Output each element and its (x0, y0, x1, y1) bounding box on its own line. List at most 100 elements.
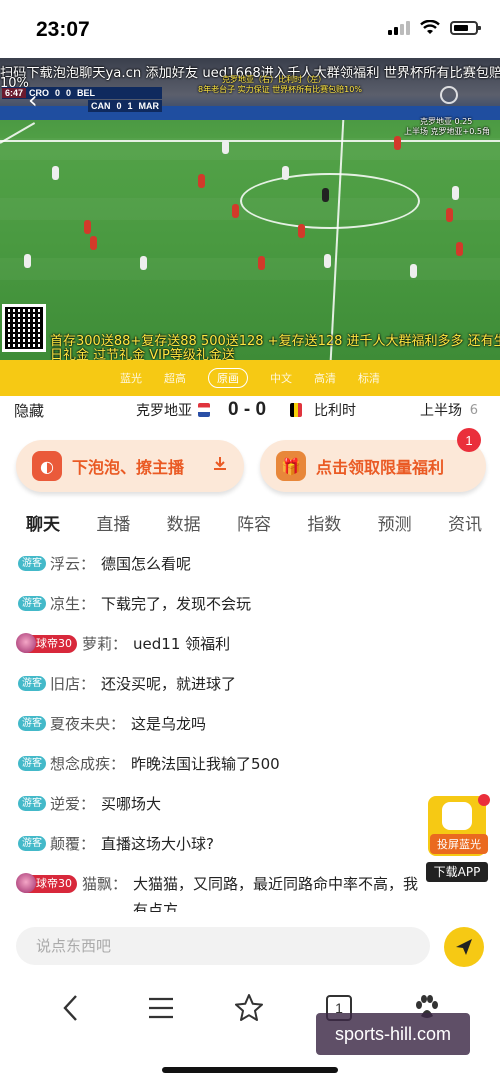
chat-colon: ： (80, 595, 96, 613)
chat-message: 游客 夏夜未央： 这是乌龙吗 (18, 711, 480, 737)
watermark: sports-hill.com (316, 1013, 470, 1055)
tab-lineup[interactable]: 阵容 (237, 510, 271, 544)
vip-badge: 球帝30 (16, 873, 77, 893)
tab-chat[interactable]: 聊天 (26, 510, 60, 544)
claim-benefits-label: 点击领取限量福利 (316, 458, 445, 477)
download-icon (214, 457, 226, 470)
chat-username[interactable]: 旧店 (50, 671, 80, 697)
vip-badge: 球帝30 (16, 633, 77, 653)
video-player[interactable]: 扫码下载泡泡聊天ya.cn 添加好友 ued1668进入千人大群领福利 世界杯所… (0, 58, 500, 360)
quality-option[interactable]: 超高 (164, 370, 186, 386)
quality-option[interactable]: 蓝光 (120, 370, 142, 386)
scoreboard-away-score: 0 (66, 88, 72, 98)
guest-badge: 游客 (18, 836, 46, 851)
chat-text: ued11 领福利 (133, 635, 231, 653)
wifi-icon (420, 20, 440, 34)
chat-message: 游客 逆爱： 买哪场大 (18, 791, 480, 817)
tab-prediction[interactable]: 预测 (378, 510, 412, 544)
chat-colon: ： (110, 715, 126, 733)
scoreboard-other-away: MAR (138, 101, 160, 111)
download-app-button[interactable]: ◐ 下泡泡、撩主播 (16, 440, 244, 492)
tab-news[interactable]: 资讯 (448, 510, 482, 544)
chat-username[interactable]: 凉生 (50, 591, 80, 617)
player (446, 208, 453, 222)
chat-message: 游客 旧店： 还没买呢，就进球了 (18, 671, 480, 697)
away-team: 比利时 (314, 403, 356, 419)
chat-username[interactable]: 萝莉 (82, 631, 112, 657)
player (90, 236, 97, 250)
chat-input[interactable] (16, 927, 430, 965)
video-back-button[interactable]: ‹ (28, 86, 38, 114)
tab-data[interactable]: 数据 (167, 510, 201, 544)
signal-icon (388, 20, 410, 35)
download-app-float-label[interactable]: 下载APP (426, 862, 488, 882)
guest-badge: 游客 (18, 796, 46, 811)
back-button[interactable] (56, 993, 86, 1023)
scoreboard-main: 6:47 CRO 0 0 BEL (2, 87, 163, 99)
chat-list[interactable]: 游客 浮云： 德国怎么看呢 游客 凉生： 下载完了，发现不会玩 球帝30 萝莉：… (0, 547, 500, 912)
status-bar: 23:07 (0, 0, 500, 58)
quality-option-active[interactable]: 原画 (208, 368, 248, 388)
status-icons (388, 20, 481, 35)
scoreboard-other: CAN 0 1 MAR (88, 100, 163, 112)
scoreboard-other-home: CAN (91, 101, 111, 111)
chat-colon: ： (80, 675, 96, 693)
notification-badge: 1 (457, 428, 481, 452)
belgium-flag-icon (290, 403, 302, 417)
player (222, 140, 229, 154)
tab-bar: 聊天 直播 数据 阵容 指数 预测 资讯 (0, 510, 500, 544)
player (410, 264, 417, 278)
chat-text: 大猫猫，又同路，最近同路命中率不高，我有点方 (133, 875, 419, 912)
chat-username[interactable]: 颠覆 (50, 831, 80, 857)
chat-message: 游客 想念成疾： 昨晚法国让我输了500 (18, 751, 480, 777)
guest-badge: 游客 (18, 676, 46, 691)
chat-text: 昨晚法国让我输了500 (131, 755, 280, 773)
status-time: 23:07 (36, 18, 90, 41)
chat-username[interactable]: 浮云 (50, 551, 80, 577)
quality-option[interactable]: 中文 (270, 370, 292, 386)
chat-colon: ： (110, 755, 126, 773)
tv-scoreboard: 6:47 CRO 0 0 BEL CAN 0 1 MAR (2, 87, 163, 112)
guest-badge: 游客 (18, 756, 46, 771)
quality-option[interactable]: 高清 (314, 370, 336, 386)
chat-text: 德国怎么看呢 (101, 555, 192, 573)
quality-selector: 蓝光 超高 原画 中文 高清 标清 (0, 360, 500, 396)
close-icon[interactable] (478, 794, 490, 806)
cast-app-float[interactable]: 投屏蓝光 下载APP (426, 794, 490, 884)
match-score: 0 - 0 (228, 399, 267, 420)
video-fullscreen-icon[interactable] (440, 86, 458, 104)
overlay-ad-teams: 克罗地亚（右）比利时（左） (222, 75, 326, 84)
player (298, 224, 305, 238)
send-icon (456, 939, 472, 955)
scoreboard-home-score: 0 (55, 88, 61, 98)
match-period: 上半场 (420, 403, 462, 419)
scoreboard-other-away-score: 1 (127, 101, 133, 111)
player (258, 256, 265, 270)
menu-button[interactable] (146, 993, 176, 1023)
croatia-flag-icon (198, 403, 210, 417)
touch-line (0, 140, 500, 142)
pitch-stripe (0, 258, 500, 280)
chat-username[interactable]: 逆爱 (50, 791, 80, 817)
scoreboard-time: 6:47 (2, 88, 27, 98)
claim-benefits-button[interactable]: 🎁 点击领取限量福利 1 (260, 428, 486, 492)
guest-badge: 游客 (18, 716, 46, 731)
chat-username[interactable]: 想念成疾 (50, 751, 110, 777)
hide-button[interactable]: 隐藏 (14, 400, 44, 421)
bubble-app-icon: ◐ (32, 451, 62, 481)
quality-option[interactable]: 标清 (358, 370, 380, 386)
referee (322, 188, 329, 202)
send-button[interactable] (444, 927, 484, 967)
overlay-handicap: 上半场 克罗地亚+0.5角 (404, 127, 490, 136)
scoreboard-away: BEL (77, 88, 96, 98)
tab-odds[interactable]: 指数 (307, 510, 341, 544)
mascot-icon (442, 802, 472, 830)
tab-live[interactable]: 直播 (96, 510, 130, 544)
home-indicator[interactable] (162, 1067, 338, 1073)
player (198, 174, 205, 188)
chat-text: 下载完了，发现不会玩 (101, 595, 252, 613)
chat-username[interactable]: 夏夜未央 (50, 711, 110, 737)
bookmark-button[interactable] (234, 993, 264, 1023)
player (452, 186, 459, 200)
chat-username[interactable]: 猫飘 (82, 871, 112, 897)
